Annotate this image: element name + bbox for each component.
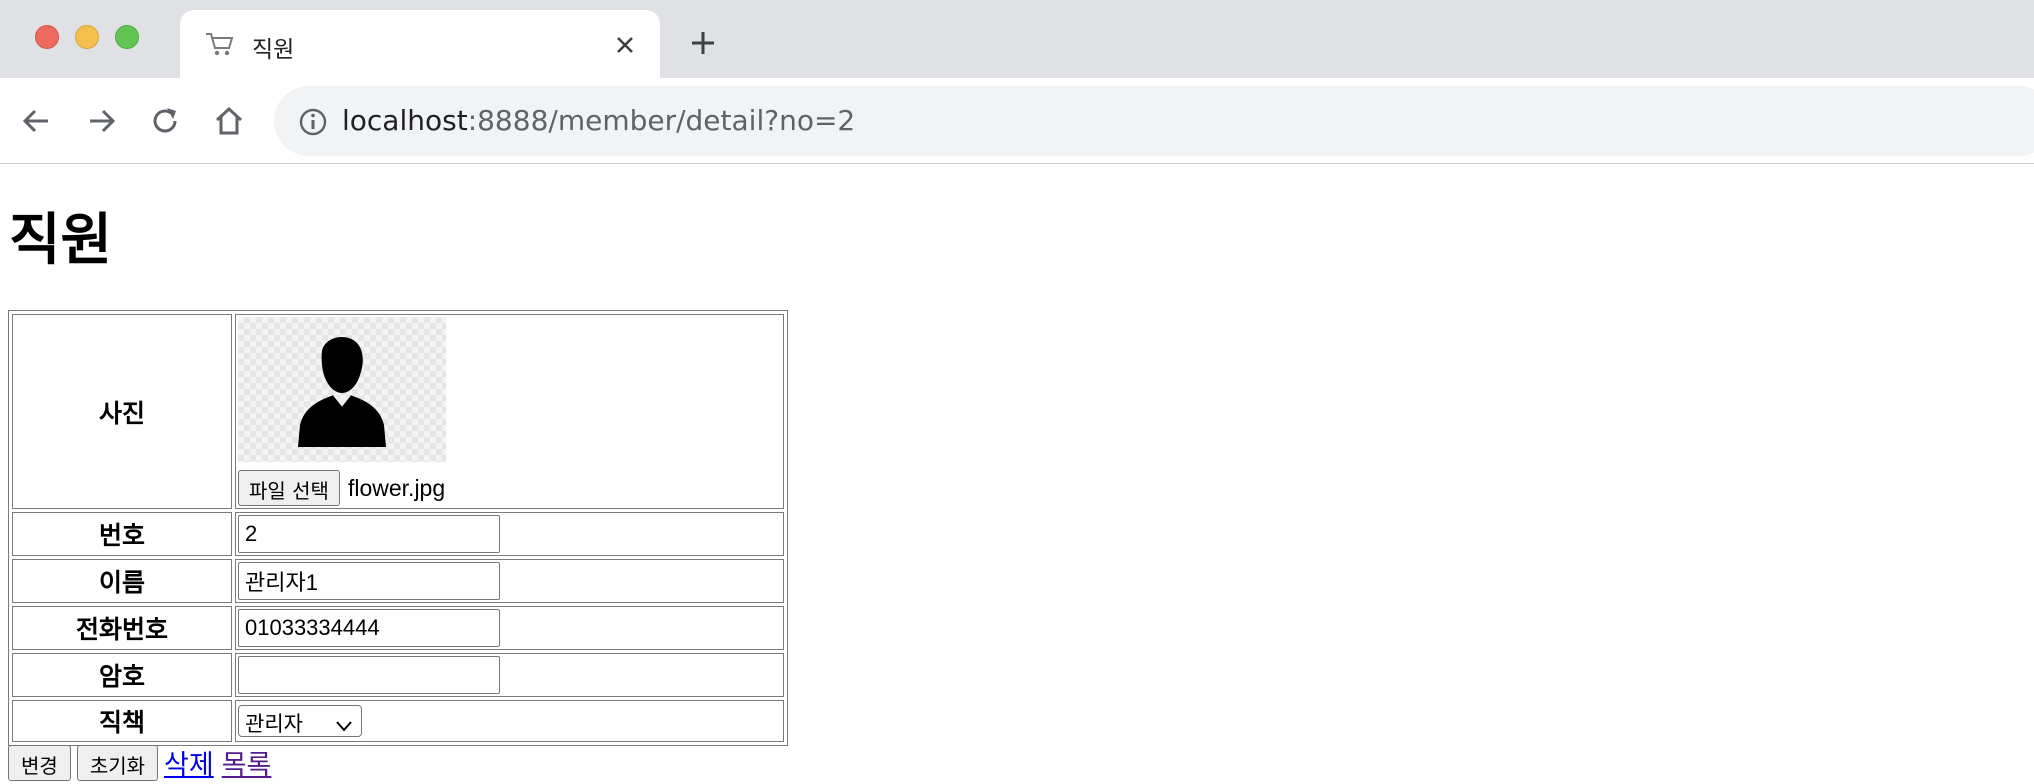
position-select[interactable]: 관리자 [238,705,362,737]
number-input[interactable] [238,515,500,553]
address-bar[interactable]: localhost:8888/member/detail?no=2 [274,86,2034,156]
position-label: 직책 [12,700,232,742]
number-cell [235,512,784,556]
browser-toolbar: localhost:8888/member/detail?no=2 [0,78,2034,164]
password-row: 암호 [12,653,784,697]
browser-tab[interactable]: 직원 [180,10,660,78]
password-input[interactable] [238,656,500,694]
position-selected-value: 관리자 [245,712,303,736]
name-cell [235,559,784,603]
position-row: 직책 관리자 [12,700,784,742]
phone-label: 전화번호 [12,606,232,650]
selected-file-name: flower.jpg [347,474,446,501]
minimize-window-button[interactable] [75,25,99,49]
name-label: 이름 [12,559,232,603]
name-row: 이름 [12,559,784,603]
member-photo [238,317,446,462]
forward-arrow-icon[interactable] [82,102,120,140]
url-path: :8888/member/detail?no=2 [467,104,856,137]
chevron-down-icon [335,714,353,732]
back-arrow-icon[interactable] [18,102,56,140]
position-cell: 관리자 [235,700,784,742]
close-window-button[interactable] [35,25,59,49]
password-cell [235,653,784,697]
password-label: 암호 [12,653,232,697]
choose-file-button[interactable]: 파일 선택 [238,470,340,506]
list-link[interactable]: 목록 [222,743,272,782]
number-label: 번호 [12,512,232,556]
delete-link[interactable]: 삭제 [164,743,214,782]
member-form-table: 사진 파일 선택 flower.jpg 번호 2 이름 관리자1 전화번호 01… [8,310,788,746]
photo-label: 사진 [12,314,232,509]
url-host: localhost [342,104,468,137]
phone-input[interactable] [238,609,500,647]
person-icon [298,337,386,447]
close-icon[interactable] [612,32,638,58]
reload-icon[interactable] [146,102,184,140]
phone-row: 전화번호 [12,606,784,650]
file-input: 파일 선택 flower.jpg [238,470,781,506]
name-input[interactable] [238,562,500,600]
maximize-window-button[interactable] [115,25,139,49]
page-title: 직원 [9,208,113,273]
tab-title: 직원 [252,37,295,63]
browser-tabstrip: 직원 [0,0,2034,78]
page-content: 직원 사진 파일 선택 flower.jpg 번호 2 이름 관리자1 전화번호… [0,165,2034,784]
url-text[interactable]: localhost:8888/member/detail?no=2 [342,104,855,137]
info-icon[interactable] [298,107,328,137]
form-actions: 변경 초기화 삭제 목록 [8,743,279,782]
photo-row: 사진 파일 선택 flower.jpg [12,314,784,509]
reset-button[interactable]: 초기화 [76,744,159,781]
number-row: 번호 [12,512,784,556]
change-button[interactable]: 변경 [8,744,71,781]
photo-cell: 파일 선택 flower.jpg [235,314,784,509]
cart-icon [204,30,236,58]
home-icon[interactable] [210,102,248,140]
phone-cell [235,606,784,650]
new-tab-icon[interactable] [688,28,718,58]
